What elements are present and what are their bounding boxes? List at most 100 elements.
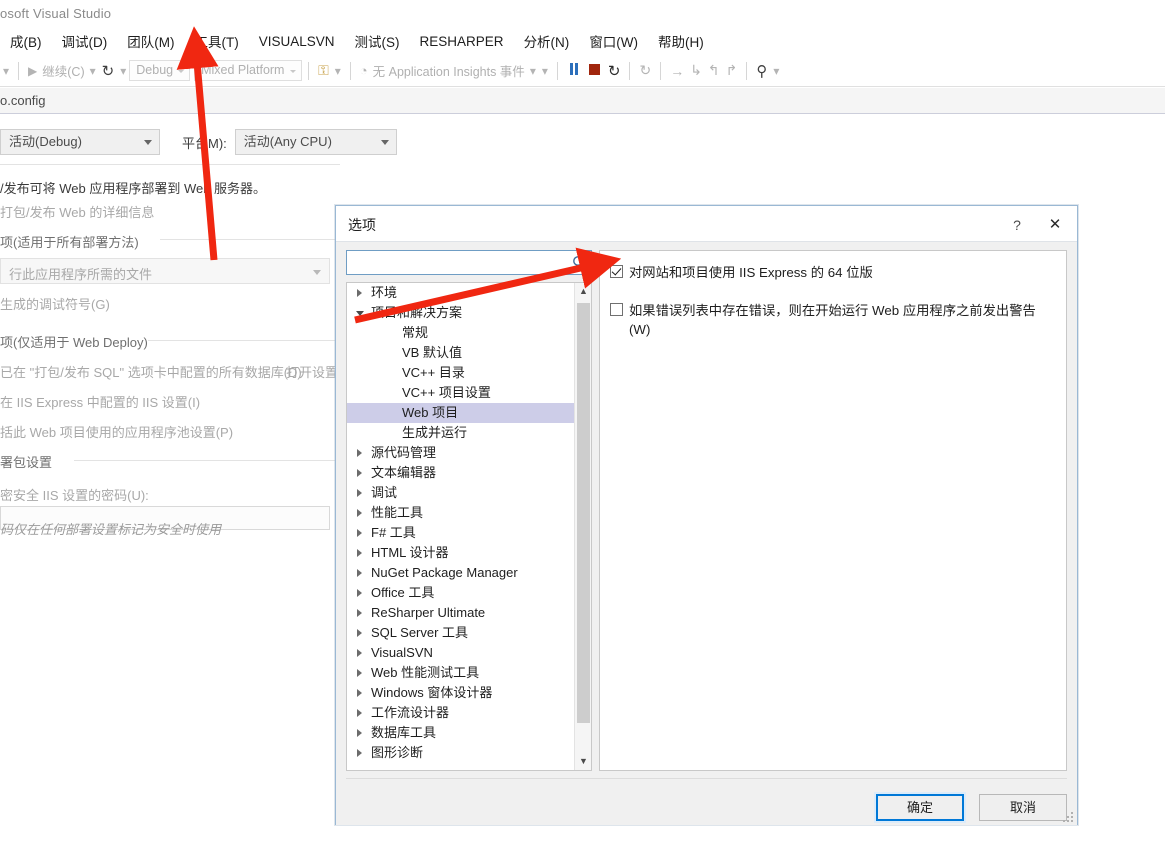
option-row-warn-on-errors[interactable]: 如果错误列表中存在错误，则在开始运行 Web 应用程序之前发出警告(W) — [610, 301, 1047, 339]
chevron-right-icon[interactable] — [357, 469, 362, 477]
menu-item-debug[interactable]: 调试(D) — [52, 29, 118, 53]
options-tree-item[interactable]: Office 工具 — [347, 583, 575, 603]
chevron-right-icon[interactable] — [357, 749, 362, 757]
breakpoints-dropdown-icon[interactable]: ▾ — [770, 64, 782, 78]
solution-platform-combo[interactable]: Mixed Platform — [194, 60, 303, 81]
open-settings-link[interactable]: 打开设置 — [286, 362, 338, 381]
chevron-right-icon[interactable] — [357, 549, 362, 557]
options-tree-item[interactable]: VC++ 项目设置 — [347, 383, 575, 403]
chevron-down-icon[interactable] — [356, 311, 364, 316]
options-tree-item[interactable]: VisualSVN — [347, 643, 575, 663]
options-tree-item[interactable]: SQL Server 工具 — [347, 623, 575, 643]
options-tree-item[interactable]: 生成并运行 — [347, 423, 575, 443]
menu-item-team[interactable]: 团队(M) — [117, 29, 184, 53]
document-tab-label[interactable]: o.config — [0, 93, 46, 108]
cancel-button[interactable]: 取消 — [979, 794, 1067, 821]
options-tree-item[interactable]: 文本编辑器 — [347, 463, 575, 483]
options-category-tree[interactable]: 环境 项目和解决方案 常规 VB 默认值 VC++ 目录 VC++ 项目设置 Web 项目生… — [346, 282, 592, 771]
options-tree-item[interactable]: 工作流设计器 — [347, 703, 575, 723]
include-iis-settings-option[interactable]: 在 IIS Express 中配置的 IIS 设置(I) — [0, 392, 200, 411]
options-tree-item-clipped[interactable] — [347, 763, 575, 770]
chevron-right-icon[interactable] — [357, 569, 362, 577]
chevron-right-icon[interactable] — [357, 689, 362, 697]
option-row-iis-express-64[interactable]: 对网站和项目使用 IIS Express 的 64 位版 — [610, 263, 873, 282]
close-icon[interactable]: ✕ — [1041, 214, 1069, 236]
breakpoints-icon[interactable]: ⚲ — [753, 62, 770, 80]
checkbox-iis-express-64[interactable] — [610, 265, 623, 278]
menu-item-build[interactable]: 成(B) — [0, 29, 52, 53]
options-tree-item[interactable]: ReSharper Ultimate — [347, 603, 575, 623]
options-tree-item[interactable]: 性能工具 — [347, 503, 575, 523]
options-tree-item[interactable]: 项目和解决方案 — [347, 303, 575, 323]
tree-scrollbar[interactable]: ▲ ▼ — [574, 283, 591, 770]
attach-to-process-icon[interactable]: ⚿ — [315, 62, 332, 79]
continue-play-icon[interactable]: ▶ — [25, 64, 40, 78]
menu-item-analyze[interactable]: 分析(N) — [514, 29, 580, 53]
include-apppool-option[interactable]: 括此 Web 项目使用的应用程序池设置(P) — [0, 422, 233, 441]
app-insights-overflow-icon[interactable]: ▾ — [539, 64, 551, 78]
attach-dropdown-icon[interactable]: ▾ — [332, 64, 344, 78]
step-out-icon[interactable]: ↰ — [705, 62, 723, 79]
options-tree-item[interactable]: 源代码管理 — [347, 443, 575, 463]
menu-item-test[interactable]: 测试(S) — [345, 29, 410, 53]
chevron-right-icon[interactable] — [357, 669, 362, 677]
chevron-right-icon[interactable] — [357, 629, 362, 637]
options-tree-item[interactable]: 图形诊断 — [347, 743, 575, 763]
chevron-right-icon[interactable] — [357, 709, 362, 717]
scroll-up-icon[interactable]: ▲ — [575, 283, 591, 300]
toolbar-overflow-icon[interactable]: ▾ — [0, 64, 12, 78]
pause-icon[interactable] — [564, 63, 584, 78]
exclude-debug-symbols-checkbox-label[interactable]: 生成的调试符号(G) — [0, 294, 110, 313]
app-insights-dropdown-icon[interactable]: ▾ — [527, 64, 539, 78]
scrollbar-thumb[interactable] — [577, 303, 590, 723]
solution-configuration-combo[interactable]: Debug — [129, 60, 191, 81]
chevron-right-icon[interactable] — [357, 529, 362, 537]
restart-dropdown-icon[interactable]: ▾ — [117, 64, 129, 78]
stop-debugging-icon[interactable] — [584, 63, 605, 78]
include-databases-option[interactable]: 已在 "打包/发布 SQL" 选项卡中配置的所有数据库(D) — [0, 362, 302, 381]
chevron-right-icon[interactable] — [357, 649, 362, 657]
publish-help-link[interactable]: 打包/发布 Web 的详细信息 — [0, 202, 154, 221]
step-next-icon[interactable]: ↱ — [723, 62, 741, 79]
app-insights-label[interactable]: 无 Application Insights 事件 — [371, 61, 527, 80]
checkbox-warn-on-errors[interactable] — [610, 303, 623, 316]
show-next-statement-icon[interactable]: ↻ — [636, 62, 654, 79]
options-tree-item[interactable]: HTML 设计器 — [347, 543, 575, 563]
scroll-down-icon[interactable]: ▼ — [575, 753, 591, 770]
menu-item-resharper[interactable]: RESHARPER — [410, 32, 514, 51]
options-tree-item[interactable]: VB 默认值 — [347, 343, 575, 363]
menu-item-visualsvn[interactable]: VISUALSVN — [249, 32, 345, 51]
search-input[interactable] — [347, 251, 569, 274]
options-tree-item[interactable]: VC++ 目录 — [347, 363, 575, 383]
options-tree-item[interactable]: Web 性能测试工具 — [347, 663, 575, 683]
step-over-icon[interactable]: → — [667, 63, 687, 79]
chevron-right-icon[interactable] — [357, 589, 362, 597]
continue-label[interactable]: 继续(C) — [40, 61, 86, 80]
options-search-box[interactable] — [346, 250, 592, 275]
options-tree-item[interactable]: 常规 — [347, 323, 575, 343]
platform-select[interactable]: 活动(Any CPU) — [234, 129, 397, 155]
options-tree-item[interactable]: 调试 — [347, 483, 575, 503]
chevron-right-icon[interactable] — [357, 449, 362, 457]
ok-button[interactable]: 确定 — [876, 794, 964, 821]
help-icon[interactable]: ? — [1003, 214, 1031, 236]
items-to-deploy-combo[interactable]: 行此应用程序所需的文件 — [0, 258, 330, 284]
options-tree-item[interactable]: 环境 — [347, 283, 575, 303]
chevron-right-icon[interactable] — [357, 729, 362, 737]
menu-item-tools[interactable]: 工具(T) — [185, 29, 249, 53]
chevron-right-icon[interactable] — [357, 609, 362, 617]
options-tree-item[interactable]: Web 项目 — [347, 403, 575, 423]
options-tree-item[interactable]: NuGet Package Manager — [347, 563, 575, 583]
menu-item-help[interactable]: 帮助(H) — [648, 29, 714, 53]
restart-debugging-icon[interactable]: ↻ — [605, 62, 624, 80]
menu-item-window[interactable]: 窗口(W) — [579, 29, 648, 53]
chevron-right-icon[interactable] — [357, 289, 362, 297]
continue-dropdown-icon[interactable]: ▾ — [87, 64, 99, 78]
chevron-right-icon[interactable] — [357, 509, 362, 517]
options-tree-item[interactable]: F# 工具 — [347, 523, 575, 543]
configuration-select[interactable]: 活动(Debug) — [0, 129, 160, 155]
restart-icon[interactable]: ↻ — [99, 62, 118, 80]
options-tree-item[interactable]: 数据库工具 — [347, 723, 575, 743]
step-into-icon[interactable]: ↳ — [687, 62, 705, 79]
chevron-right-icon[interactable] — [357, 489, 362, 497]
